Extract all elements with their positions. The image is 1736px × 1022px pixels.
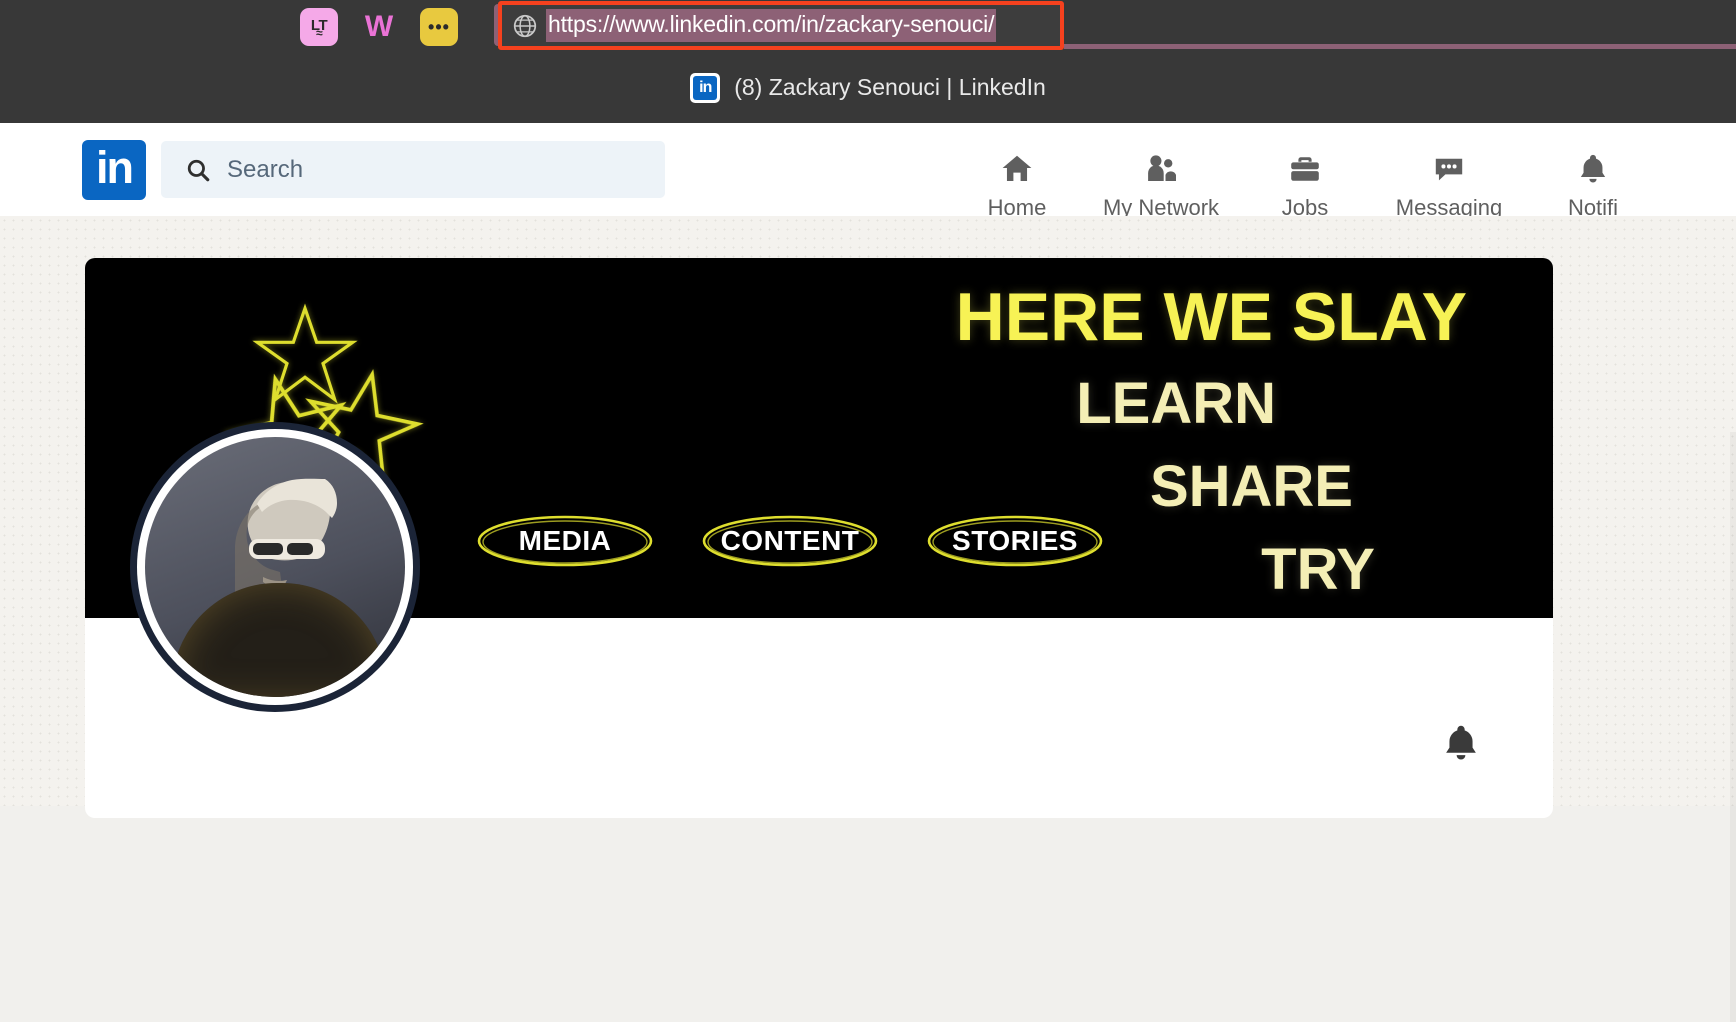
briefcase-icon [1285, 149, 1325, 189]
banner-pill-label-stories: STORIES [952, 525, 1078, 556]
search-placeholder-text: Search [227, 155, 304, 183]
languagetool-wave-glyph: ≈ [315, 26, 323, 40]
banner-word-learn: LEARN [1076, 371, 1276, 436]
profile-card: HERE WE SLAY LEARN SHARE TRY MEDIA CONTE… [85, 258, 1553, 818]
search-input[interactable]: Search [161, 141, 665, 198]
page-scrollbar[interactable] [1730, 432, 1736, 1022]
banner-pill-group: MEDIA CONTENT STORIES [475, 513, 1105, 569]
nav-item-notifications[interactable]: Notifi [1521, 133, 1665, 221]
message-bubble-icon [1429, 149, 1469, 189]
browser-tab-title: (8) Zackary Senouci | LinkedIn [734, 74, 1046, 100]
nav-item-messaging[interactable]: Messaging [1377, 133, 1521, 221]
browser-toolbar: LT ≈ W ••• https://www.linkedin.com/in/z… [0, 0, 1736, 52]
banner-word-share: SHARE [1149, 454, 1353, 519]
notification-bell-icon[interactable] [1439, 720, 1483, 766]
browser-chrome: LT ≈ W ••• https://www.linkedin.com/in/z… [0, 0, 1736, 123]
globe-icon [513, 14, 537, 37]
banner-word-try: TRY [1261, 537, 1375, 602]
linkedin-favicon-letters: in [693, 75, 718, 100]
address-bar[interactable]: https://www.linkedin.com/in/zackary-seno… [502, 5, 1060, 46]
people-icon [1141, 149, 1181, 189]
wiza-extension-icon[interactable]: W [360, 8, 398, 46]
linkedin-logo[interactable]: in [82, 140, 146, 200]
banner-heading: HERE WE SLAY [955, 279, 1467, 355]
banner-pill-stories: STORIES [925, 513, 1105, 569]
more-extensions-label: ••• [428, 16, 450, 37]
banner-pill-media: MEDIA [475, 513, 655, 569]
address-bar-container[interactable]: https://www.linkedin.com/in/zackary-seno… [498, 1, 1064, 50]
avatar-ring [137, 429, 413, 705]
page-body: HERE WE SLAY LEARN SHARE TRY MEDIA CONTE… [0, 216, 1736, 1022]
home-icon [997, 149, 1037, 189]
nav-item-my-network[interactable]: My Network [1089, 133, 1233, 221]
profile-photo [145, 437, 405, 697]
languagetool-extension-icon[interactable]: LT ≈ [300, 8, 338, 46]
linkedin-logo-text: in [96, 142, 134, 193]
nav-item-home[interactable]: Home [945, 133, 1089, 221]
more-extensions-icon[interactable]: ••• [420, 8, 458, 46]
address-bar-url-text[interactable]: https://www.linkedin.com/in/zackary-seno… [546, 9, 997, 42]
banner-pill-label-content: CONTENT [720, 525, 860, 556]
nav-item-group: Home My Network Jobs Messaging Notifi [945, 133, 1665, 221]
address-bar-underline [1064, 44, 1736, 49]
banner-pill-label-media: MEDIA [518, 525, 612, 556]
linkedin-favicon: in [690, 72, 721, 103]
search-icon [187, 159, 210, 181]
extension-icon-group: LT ≈ W ••• [300, 8, 458, 46]
linkedin-global-nav: in Search Home My Network Jobs Messaging… [0, 123, 1736, 220]
wiza-extension-label: W [364, 10, 394, 43]
bell-icon [1573, 149, 1613, 189]
avatar[interactable] [130, 422, 420, 712]
banner-pill-content: CONTENT [700, 513, 880, 569]
browser-tab-title-row[interactable]: in (8) Zackary Senouci | LinkedIn [0, 52, 1736, 123]
nav-item-jobs[interactable]: Jobs [1233, 133, 1377, 221]
